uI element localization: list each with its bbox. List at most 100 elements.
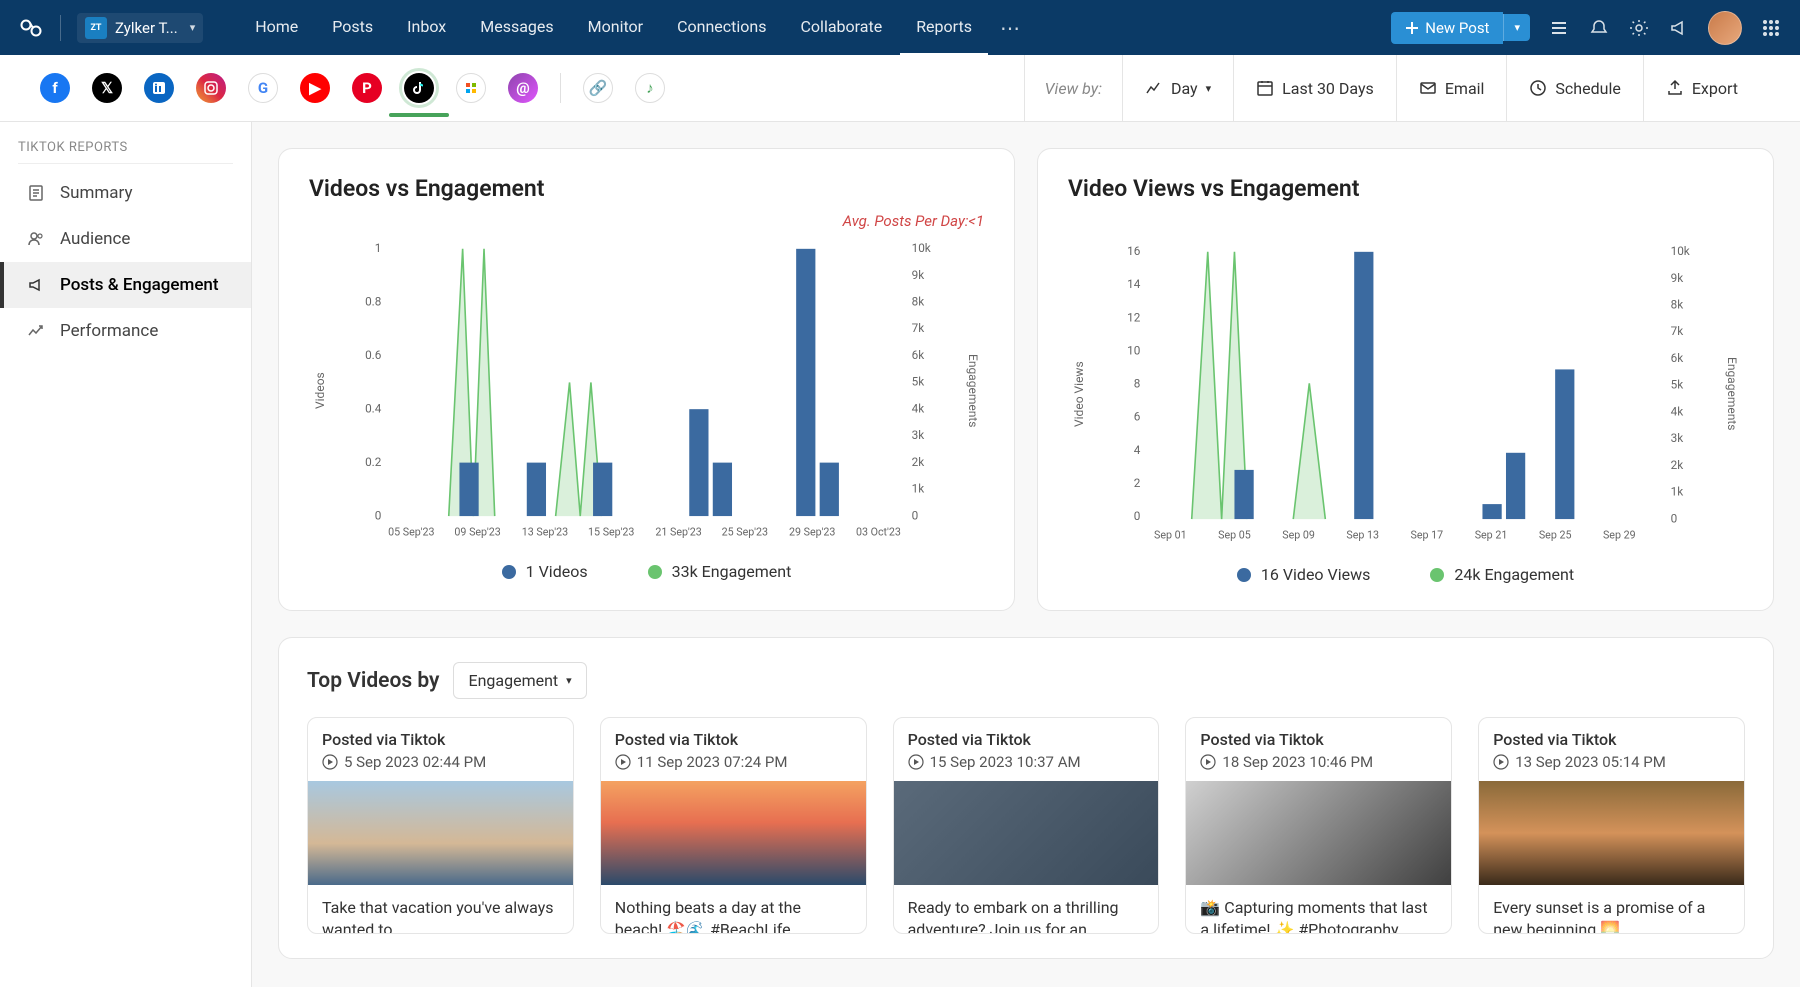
- svg-text:0: 0: [1134, 509, 1141, 523]
- custom-channel-icon[interactable]: ♪: [635, 73, 665, 103]
- avg-posts-note: Avg. Posts Per Day:<1: [309, 212, 984, 230]
- mastodon-icon[interactable]: [456, 73, 486, 103]
- nav-monitor[interactable]: Monitor: [572, 0, 659, 56]
- svg-text:6: 6: [1134, 410, 1141, 424]
- svg-text:8k: 8k: [1671, 297, 1684, 311]
- bell-icon[interactable]: [1588, 17, 1610, 39]
- sidebar: TIKTOK REPORTS Summary Audience Posts & …: [0, 122, 252, 987]
- threads-icon[interactable]: @: [508, 73, 538, 103]
- sidebar-item-audience[interactable]: Audience: [0, 216, 251, 262]
- svg-text:4: 4: [1134, 443, 1141, 457]
- nav-messages[interactable]: Messages: [464, 0, 569, 56]
- y-axis-left-label: Video Views: [1068, 239, 1090, 549]
- app-logo-icon[interactable]: [18, 15, 44, 41]
- gear-icon[interactable]: [1628, 17, 1650, 39]
- video-card[interactable]: Posted via Tiktok 13 Sep 2023 05:14 PM E…: [1478, 717, 1745, 934]
- legend-video-views[interactable]: 16 Video Views: [1237, 565, 1370, 584]
- svg-text:8: 8: [1134, 377, 1141, 391]
- google-business-icon[interactable]: G: [248, 73, 278, 103]
- chevron-down-icon: ▾: [566, 674, 572, 687]
- document-icon: [26, 183, 46, 203]
- export-button[interactable]: Export: [1643, 55, 1760, 121]
- legend-engagement[interactable]: 24k Engagement: [1430, 565, 1574, 584]
- instagram-icon[interactable]: [196, 73, 226, 103]
- new-post-button[interactable]: New Post: [1391, 12, 1503, 44]
- video-card[interactable]: Posted via Tiktok 15 Sep 2023 10:37 AM R…: [893, 717, 1160, 934]
- top-videos-sort-dropdown[interactable]: Engagement ▾: [453, 662, 586, 699]
- chart-legend: 1 Videos 33k Engagement: [309, 562, 984, 581]
- email-button[interactable]: Email: [1396, 55, 1507, 121]
- svg-text:4k: 4k: [912, 401, 925, 415]
- video-thumbnail: [1186, 781, 1451, 885]
- svg-text:2k: 2k: [1671, 458, 1684, 472]
- svg-text:10k: 10k: [912, 241, 931, 255]
- svg-text:25 Sep'23: 25 Sep'23: [722, 525, 768, 538]
- dot-icon: [1430, 568, 1444, 582]
- nav-home[interactable]: Home: [239, 0, 314, 56]
- svg-text:1: 1: [375, 241, 382, 255]
- new-post-dropdown[interactable]: ▾: [1503, 14, 1530, 41]
- view-by-day-dropdown[interactable]: Day ▾: [1122, 55, 1233, 121]
- nav-posts[interactable]: Posts: [316, 0, 389, 56]
- announce-icon[interactable]: [1668, 17, 1690, 39]
- video-source: Posted via Tiktok: [908, 730, 1145, 749]
- linkedin-icon[interactable]: [144, 73, 174, 103]
- new-post-button-group: New Post ▾: [1391, 12, 1530, 44]
- brand-selector[interactable]: ZT Zylker T... ▾: [77, 13, 203, 43]
- sidebar-item-summary[interactable]: Summary: [0, 170, 251, 216]
- legend-engagement[interactable]: 33k Engagement: [648, 562, 792, 581]
- sidebar-divider: [18, 163, 233, 164]
- sidebar-item-label: Summary: [60, 183, 132, 203]
- nav-reports[interactable]: Reports: [900, 0, 988, 56]
- video-timestamp: 5 Sep 2023 02:44 PM: [344, 753, 486, 771]
- video-card[interactable]: Posted via Tiktok 18 Sep 2023 10:46 PM 📸…: [1185, 717, 1452, 934]
- social-channel-row: f 𝕏 G ▶ P @ 🔗 ♪: [40, 73, 665, 103]
- avatar[interactable]: [1708, 11, 1742, 45]
- nav-connections[interactable]: Connections: [661, 0, 782, 56]
- link-icon[interactable]: 🔗: [583, 73, 613, 103]
- svg-text:5k: 5k: [912, 375, 925, 389]
- svg-text:0: 0: [912, 508, 919, 522]
- svg-text:9k: 9k: [1671, 271, 1684, 285]
- clock-icon: [1529, 79, 1547, 97]
- svg-text:13 Sep'23: 13 Sep'23: [522, 525, 568, 538]
- video-source: Posted via Tiktok: [615, 730, 852, 749]
- card-title: Video Views vs Engagement: [1068, 175, 1743, 202]
- video-card[interactable]: Posted via Tiktok 5 Sep 2023 02:44 PM Ta…: [307, 717, 574, 934]
- y-axis-right-label: Engagements: [1721, 239, 1743, 549]
- chart-videos-engagement: 10.80.60.40.20 10k9k8k7k6k5k4k3k2k1k0: [331, 236, 962, 546]
- nav-inbox[interactable]: Inbox: [391, 0, 462, 56]
- svg-text:10k: 10k: [1671, 244, 1690, 258]
- svg-text:Sep 25: Sep 25: [1539, 528, 1572, 541]
- svg-text:9k: 9k: [912, 268, 925, 282]
- videos-vs-engagement-card: Videos vs Engagement Avg. Posts Per Day:…: [278, 148, 1015, 611]
- list-icon[interactable]: [1548, 17, 1570, 39]
- svg-text:0: 0: [1671, 511, 1678, 525]
- youtube-icon[interactable]: ▶: [300, 73, 330, 103]
- chart-video-views-engagement: 1614121086420 10k9k8k7k6k5k4k3k2k1k0: [1090, 239, 1721, 549]
- video-caption: Every sunset is a promise of a new begin…: [1479, 885, 1744, 933]
- sidebar-item-posts-engagement[interactable]: Posts & Engagement: [0, 262, 251, 308]
- date-range-button[interactable]: Last 30 Days: [1233, 55, 1396, 121]
- pinterest-icon[interactable]: P: [352, 73, 382, 103]
- facebook-icon[interactable]: f: [40, 73, 70, 103]
- brand-logo-icon: ZT: [85, 17, 107, 39]
- x-twitter-icon[interactable]: 𝕏: [92, 73, 122, 103]
- nav-collaborate[interactable]: Collaborate: [785, 0, 899, 56]
- svg-text:Sep 29: Sep 29: [1603, 528, 1636, 541]
- schedule-button[interactable]: Schedule: [1506, 55, 1642, 121]
- mail-icon: [1419, 79, 1437, 97]
- svg-text:3k: 3k: [912, 428, 925, 442]
- video-source: Posted via Tiktok: [322, 730, 559, 749]
- sidebar-item-performance[interactable]: Performance: [0, 308, 251, 354]
- video-card[interactable]: Posted via Tiktok 11 Sep 2023 07:24 PM N…: [600, 717, 867, 934]
- apps-grid-icon[interactable]: [1760, 17, 1782, 39]
- svg-text:29 Sep'23: 29 Sep'23: [789, 525, 835, 538]
- svg-text:21 Sep'23: 21 Sep'23: [655, 525, 701, 538]
- sidebar-title: TIKTOK REPORTS: [0, 140, 251, 163]
- legend-videos[interactable]: 1 Videos: [502, 562, 588, 581]
- trend-up-icon: [26, 321, 46, 341]
- tiktok-icon[interactable]: [404, 73, 434, 103]
- chevron-down-icon: ▾: [1206, 82, 1212, 95]
- nav-more-icon[interactable]: ⋯: [988, 16, 1032, 40]
